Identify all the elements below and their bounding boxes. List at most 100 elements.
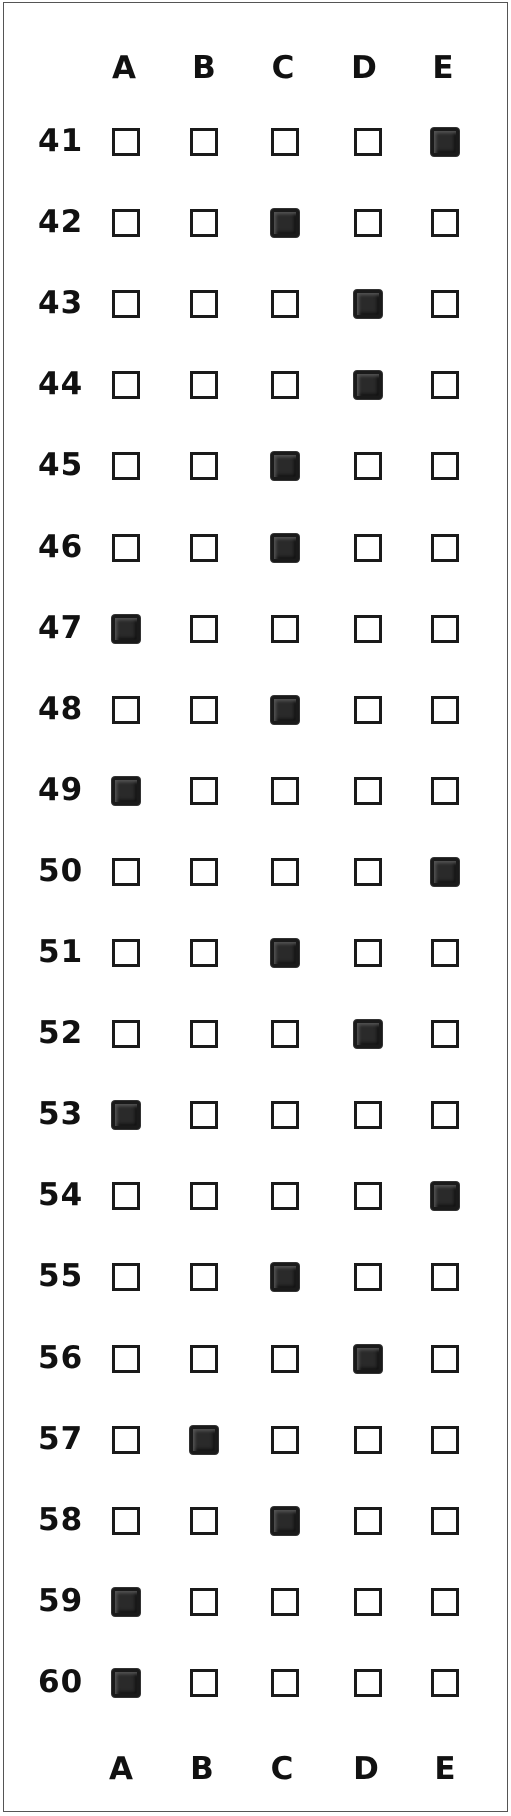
answer-box-e[interactable] [431,776,459,805]
answer-box-b[interactable] [190,1344,218,1373]
answer-box-d[interactable] [354,1101,382,1130]
answer-box-d[interactable] [354,939,382,967]
answer-box-e[interactable] [431,533,459,562]
answer-box-b[interactable] [190,533,218,562]
answer-box-d[interactable] [354,695,382,724]
answer-box-a-marked[interactable] [112,776,140,805]
answer-box-a-marked[interactable] [112,1668,140,1697]
answer-box-a[interactable] [112,1506,140,1535]
answer-box-e[interactable] [431,290,459,319]
answer-box-b[interactable] [190,857,218,886]
answer-box-b[interactable] [190,209,218,238]
answer-box-c-marked[interactable] [271,939,299,967]
answer-box-d[interactable] [354,533,382,562]
answer-box-e[interactable] [431,1425,459,1454]
answer-box-b[interactable] [190,695,218,724]
answer-box-e[interactable] [431,209,459,238]
answer-box-e[interactable] [431,452,459,481]
answer-box-e-marked[interactable] [431,857,459,886]
answer-box-d[interactable] [354,776,382,805]
answer-box-e[interactable] [431,939,459,967]
answer-box-d[interactable] [354,128,382,156]
answer-box-a-marked[interactable] [112,1101,140,1130]
answer-box-c[interactable] [271,614,299,643]
answer-box-c-marked[interactable] [271,695,299,724]
answer-box-a[interactable] [112,209,140,238]
answer-box-c-marked[interactable] [271,452,299,481]
answer-box-b[interactable] [190,1587,218,1616]
answer-box-d-marked[interactable] [354,1344,382,1373]
answer-box-c-marked[interactable] [271,1506,299,1535]
answer-box-b[interactable] [190,1101,218,1130]
answer-box-a[interactable] [112,1344,140,1373]
answer-box-d[interactable] [354,1506,382,1535]
answer-box-b[interactable] [190,939,218,967]
answer-box-b[interactable] [190,1263,218,1292]
answer-box-b[interactable] [190,1020,218,1049]
answer-box-b[interactable] [190,128,218,156]
answer-box-d[interactable] [354,209,382,238]
answer-box-d[interactable] [354,1182,382,1211]
answer-box-c[interactable] [271,1182,299,1211]
answer-box-c-marked[interactable] [271,1263,299,1292]
answer-box-b[interactable] [190,371,218,400]
answer-box-b[interactable] [190,290,218,319]
answer-box-d[interactable] [354,1425,382,1454]
answer-box-a-marked[interactable] [112,614,140,643]
answer-box-a[interactable] [112,1182,140,1211]
answer-box-c[interactable] [271,128,299,156]
answer-box-e[interactable] [431,1506,459,1535]
answer-box-d-marked[interactable] [354,371,382,400]
answer-box-a[interactable] [112,452,140,481]
answer-box-a[interactable] [112,1425,140,1454]
answer-box-d[interactable] [354,614,382,643]
answer-box-c-marked[interactable] [271,533,299,562]
answer-box-d-marked[interactable] [354,290,382,319]
answer-box-a-marked[interactable] [112,1587,140,1616]
answer-box-c[interactable] [271,1587,299,1616]
answer-box-e[interactable] [431,1263,459,1292]
answer-box-e-marked[interactable] [431,128,459,156]
answer-box-e[interactable] [431,695,459,724]
answer-box-c[interactable] [271,371,299,400]
answer-box-d[interactable] [354,1263,382,1292]
answer-box-e[interactable] [431,1587,459,1616]
answer-box-a[interactable] [112,290,140,319]
answer-box-a[interactable] [112,128,140,156]
answer-box-e[interactable] [431,1101,459,1130]
answer-box-c[interactable] [271,776,299,805]
answer-box-a[interactable] [112,1020,140,1049]
answer-box-c[interactable] [271,857,299,886]
answer-box-b[interactable] [190,1668,218,1697]
answer-box-e-marked[interactable] [431,1182,459,1211]
answer-box-d[interactable] [354,857,382,886]
answer-box-c[interactable] [271,1668,299,1697]
answer-box-b[interactable] [190,452,218,481]
answer-box-e[interactable] [431,1668,459,1697]
answer-box-b[interactable] [190,1506,218,1535]
answer-box-e[interactable] [431,371,459,400]
answer-box-c-marked[interactable] [271,209,299,238]
answer-box-c[interactable] [271,290,299,319]
answer-box-d-marked[interactable] [354,1020,382,1049]
answer-box-a[interactable] [112,695,140,724]
answer-box-b[interactable] [190,776,218,805]
answer-box-e[interactable] [431,614,459,643]
answer-box-c[interactable] [271,1101,299,1130]
answer-box-c[interactable] [271,1344,299,1373]
answer-box-e[interactable] [431,1020,459,1049]
answer-box-a[interactable] [112,1263,140,1292]
answer-box-c[interactable] [271,1425,299,1454]
answer-box-c[interactable] [271,1020,299,1049]
answer-box-a[interactable] [112,939,140,967]
answer-box-a[interactable] [112,533,140,562]
answer-box-d[interactable] [354,1587,382,1616]
answer-box-b[interactable] [190,614,218,643]
answer-box-d[interactable] [354,1668,382,1697]
answer-box-b[interactable] [190,1182,218,1211]
answer-box-a[interactable] [112,857,140,886]
answer-box-d[interactable] [354,452,382,481]
answer-box-b-marked[interactable] [190,1425,218,1454]
answer-box-a[interactable] [112,371,140,400]
answer-box-e[interactable] [431,1344,459,1373]
